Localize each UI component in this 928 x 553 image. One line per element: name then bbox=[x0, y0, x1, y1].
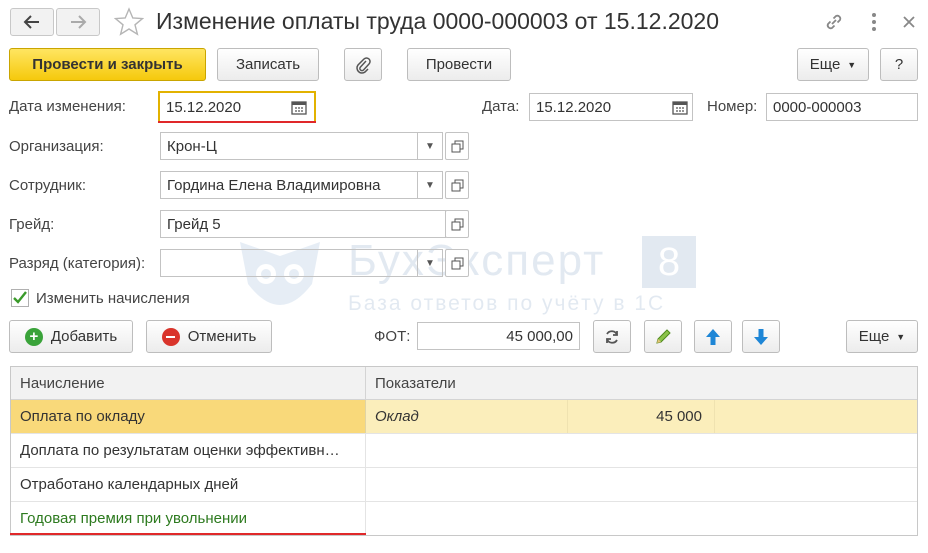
new-accrual-highlight bbox=[10, 533, 366, 535]
paperclip-icon bbox=[356, 56, 371, 74]
open-window-icon bbox=[451, 140, 463, 152]
plus-circle-icon: + bbox=[24, 327, 43, 346]
organization-dropdown-icon[interactable]: ▼ bbox=[417, 132, 443, 160]
open-window-icon bbox=[451, 179, 463, 191]
watermark: БухЭксперт 8 База ответов по учёту в 1С bbox=[230, 232, 710, 322]
change-accruals-label: Изменить начисления bbox=[36, 290, 190, 307]
move-down-button[interactable] bbox=[742, 320, 780, 353]
table-row[interactable]: Доплата по результатам оценки эффективн… bbox=[11, 434, 917, 468]
arrow-down-icon bbox=[754, 328, 768, 345]
rank-dropdown-icon[interactable]: ▼ bbox=[417, 249, 443, 277]
fot-input[interactable]: 45 000,00 bbox=[417, 322, 580, 350]
employee-open-button[interactable] bbox=[445, 171, 469, 199]
employee-input[interactable]: Гордина Елена Владимировна bbox=[160, 171, 418, 199]
rank-open-button[interactable] bbox=[445, 249, 469, 277]
accrual-name: Доплата по результатам оценки эффективн… bbox=[11, 434, 366, 467]
pencil-icon bbox=[656, 328, 671, 344]
change-date-label: Дата изменения: bbox=[9, 98, 126, 115]
grade-open-button[interactable] bbox=[445, 210, 469, 238]
organization-input[interactable]: Крон-Ц bbox=[160, 132, 418, 160]
more-button[interactable]: Еще ▼ bbox=[797, 48, 869, 81]
accrual-name: Оплата по окладу bbox=[11, 400, 366, 433]
indicator-value: 45 000 bbox=[568, 400, 715, 433]
refresh-button[interactable] bbox=[593, 320, 631, 353]
dropdown-arrow-icon: ▼ bbox=[896, 331, 906, 342]
post-and-close-button[interactable]: Провести и закрыть bbox=[9, 48, 206, 81]
page-title: Изменение оплаты труда 0000-000003 от 15… bbox=[156, 8, 720, 34]
accrual-name: Годовая премия при увольнении bbox=[11, 502, 366, 535]
watermark-badge-text: 8 bbox=[657, 239, 681, 284]
owl-logo-icon bbox=[240, 242, 320, 305]
table-row[interactable]: Оплата по окладу Оклад 45 000 bbox=[11, 400, 917, 434]
employee-dropdown-icon[interactable]: ▼ bbox=[417, 171, 443, 199]
change-accruals-checkbox[interactable] bbox=[11, 289, 29, 307]
date-label: Дата: bbox=[482, 98, 520, 115]
watermark-tagline: База ответов по учёту в 1С bbox=[348, 292, 666, 315]
arrow-up-icon bbox=[706, 328, 720, 345]
column-header-indicators[interactable]: Показатели bbox=[366, 367, 917, 400]
accrual-name: Отработано календарных дней bbox=[11, 468, 366, 501]
arrow-left-icon bbox=[23, 15, 39, 29]
fot-label: ФОТ: bbox=[374, 328, 411, 345]
minus-circle-icon bbox=[161, 327, 180, 346]
help-button[interactable]: ? bbox=[880, 48, 918, 81]
back-button[interactable] bbox=[10, 8, 54, 36]
favorite-star-icon[interactable] bbox=[113, 7, 145, 41]
number-label: Номер: bbox=[707, 98, 758, 115]
save-button[interactable]: Записать bbox=[217, 48, 319, 81]
organization-label: Организация: bbox=[9, 138, 104, 155]
accruals-more-label: Еще bbox=[858, 328, 890, 345]
open-window-icon bbox=[451, 218, 463, 230]
table-row[interactable]: Годовая премия при увольнении bbox=[11, 502, 917, 535]
close-icon[interactable] bbox=[897, 10, 921, 34]
organization-open-button[interactable] bbox=[445, 132, 469, 160]
rank-label: Разряд (категория): bbox=[9, 255, 146, 272]
column-header-accrual[interactable]: Начисление bbox=[11, 367, 366, 400]
calendar-icon[interactable] bbox=[291, 99, 307, 119]
edit-button[interactable] bbox=[644, 320, 682, 353]
link-icon[interactable] bbox=[822, 10, 846, 34]
arrow-right-icon bbox=[71, 15, 87, 29]
indicator-name: Оклад bbox=[366, 400, 568, 433]
cancel-accrual-button[interactable]: Отменить bbox=[146, 320, 272, 353]
table-row[interactable]: Отработано календарных дней bbox=[11, 468, 917, 502]
dropdown-arrow-icon: ▼ bbox=[847, 59, 857, 70]
grade-input[interactable]: Грейд 5 bbox=[160, 210, 446, 238]
forward-button[interactable] bbox=[56, 8, 100, 36]
number-input[interactable]: 0000-000003 bbox=[766, 93, 918, 121]
add-button-label: Добавить bbox=[50, 328, 118, 345]
cancel-accrual-button-label: Отменить bbox=[187, 328, 257, 345]
date-input[interactable]: 15.12.2020 bbox=[529, 93, 693, 121]
grade-label: Грейд: bbox=[9, 216, 55, 233]
refresh-icon bbox=[606, 329, 618, 344]
date-calendar-icon[interactable] bbox=[672, 99, 688, 119]
post-button[interactable]: Провести bbox=[407, 48, 511, 81]
attach-button[interactable] bbox=[344, 48, 382, 81]
watermark-badge: 8 bbox=[642, 236, 696, 288]
accruals-more-button[interactable]: Еще ▼ bbox=[846, 320, 918, 353]
accruals-table: Начисление Показатели Оплата по окладу О… bbox=[10, 366, 918, 536]
employee-label: Сотрудник: bbox=[9, 177, 87, 194]
change-date-highlight bbox=[158, 121, 316, 123]
add-button[interactable]: + Добавить bbox=[9, 320, 133, 353]
more-button-label: Еще bbox=[809, 56, 841, 73]
rank-input[interactable] bbox=[160, 249, 418, 277]
checkmark-icon bbox=[13, 291, 27, 304]
open-window-icon bbox=[451, 257, 463, 269]
more-vertical-icon[interactable] bbox=[862, 10, 886, 34]
move-up-button[interactable] bbox=[694, 320, 732, 353]
